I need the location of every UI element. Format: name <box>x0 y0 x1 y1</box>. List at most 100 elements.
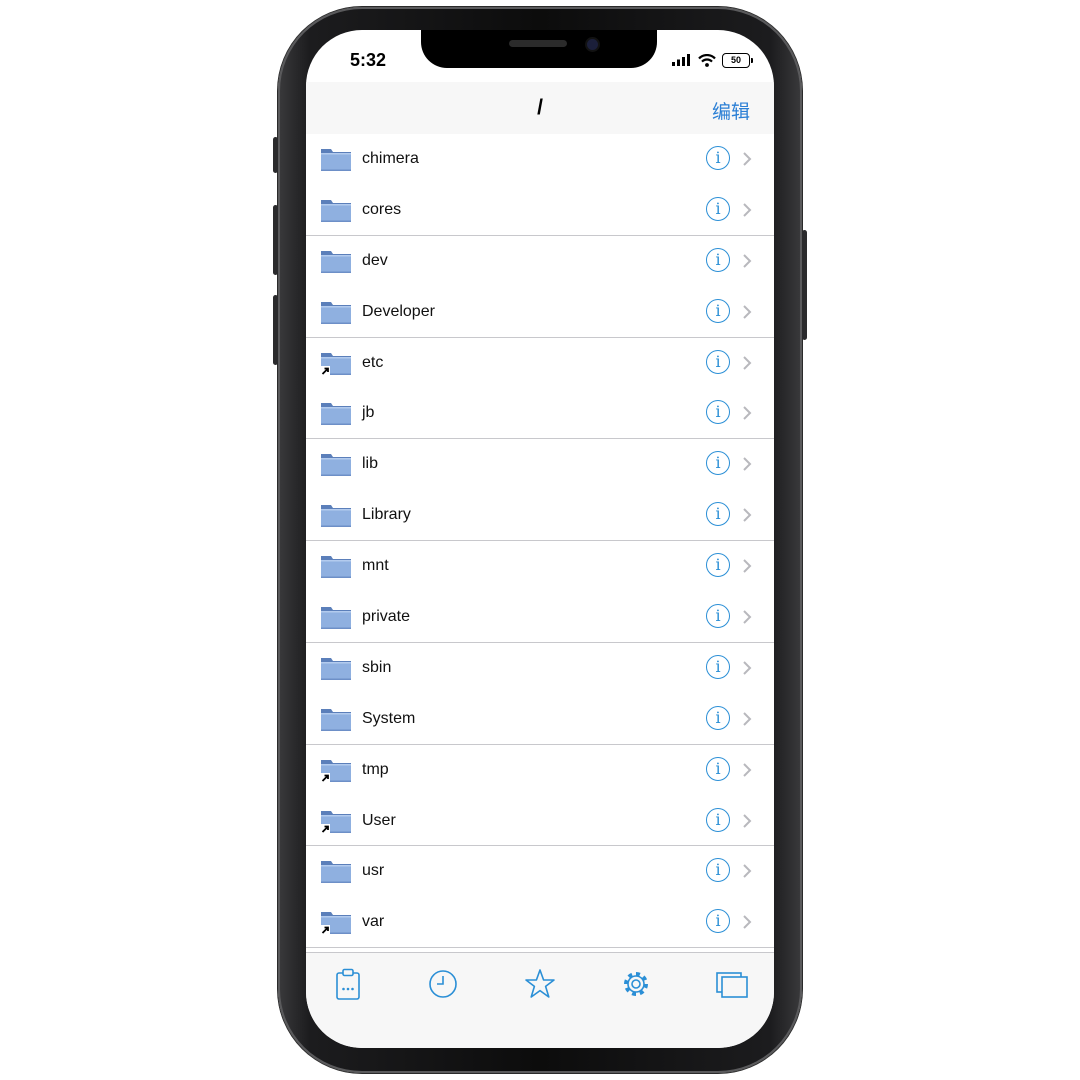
cellular-signal-icon <box>672 54 690 66</box>
tab-bar <box>306 952 774 1048</box>
file-row[interactable]: Developer i <box>306 286 774 338</box>
earpiece-speaker <box>509 40 567 47</box>
info-icon[interactable]: i <box>706 146 730 170</box>
file-row[interactable]: chimera i <box>306 134 774 185</box>
info-icon[interactable]: i <box>706 451 730 476</box>
navigation-bar: / 编辑 <box>306 82 774 135</box>
file-name: mnt <box>362 557 389 575</box>
folder-icon <box>321 250 351 273</box>
info-icon[interactable]: i <box>706 349 730 374</box>
info-icon[interactable]: i <box>706 858 730 883</box>
folder-icon <box>321 505 351 528</box>
clipboard-icon[interactable] <box>331 967 365 1001</box>
info-icon[interactable]: i <box>706 196 730 221</box>
file-row[interactable]: mnt i <box>306 541 774 593</box>
chevron-right-icon <box>743 406 752 421</box>
folder-icon <box>321 454 351 477</box>
notch <box>421 30 657 68</box>
info-icon[interactable]: i <box>706 247 730 272</box>
file-name: System <box>362 709 416 727</box>
file-name: usr <box>362 862 385 880</box>
chevron-right-icon <box>743 661 752 675</box>
file-name: lib <box>362 455 379 473</box>
chevron-right-icon <box>743 762 752 777</box>
chevron-right-icon <box>743 712 752 726</box>
file-row[interactable]: jb i <box>306 388 774 440</box>
folder-alias-icon <box>321 810 351 833</box>
star-icon[interactable] <box>523 967 557 1001</box>
file-name: tmp <box>362 760 389 778</box>
info-icon[interactable]: i <box>706 654 730 679</box>
chevron-right-icon <box>743 304 752 319</box>
info-icon[interactable]: i <box>706 604 730 629</box>
chevron-right-icon <box>743 508 752 522</box>
file-row[interactable]: User i <box>306 795 774 847</box>
file-row[interactable]: sbin i <box>306 642 774 694</box>
folder-icon <box>321 556 351 579</box>
chevron-right-icon <box>743 559 752 573</box>
file-row[interactable]: Library i <box>306 490 774 542</box>
chevron-right-icon <box>743 915 752 930</box>
file-name: var <box>362 913 385 931</box>
chevron-right-icon <box>743 203 752 217</box>
edit-button[interactable]: 编辑 <box>712 97 750 124</box>
file-name: User <box>362 811 396 829</box>
folder-icon <box>321 199 351 222</box>
wifi-icon <box>698 53 716 67</box>
chevron-right-icon <box>743 457 752 472</box>
file-row[interactable]: System i <box>306 693 774 745</box>
info-icon[interactable]: i <box>706 400 730 425</box>
chevron-right-icon <box>743 254 752 268</box>
info-icon[interactable]: i <box>706 705 730 730</box>
folder-icon <box>321 301 351 324</box>
file-row[interactable]: usr i <box>306 846 774 898</box>
battery-icon: 50 <box>722 52 753 68</box>
status-indicators: 50 <box>672 52 753 68</box>
windows-icon[interactable] <box>715 967 749 1001</box>
chevron-right-icon <box>743 813 752 828</box>
info-icon[interactable]: i <box>706 298 730 323</box>
battery-level: 50 <box>730 54 741 65</box>
file-name: etc <box>362 353 384 371</box>
file-row[interactable]: tmp i <box>306 744 774 796</box>
info-icon[interactable]: i <box>706 502 730 527</box>
file-name: Developer <box>362 302 435 320</box>
volume-down-button <box>273 295 278 365</box>
chevron-right-icon <box>743 610 752 624</box>
file-row[interactable]: lib i <box>306 439 774 491</box>
file-name: Library <box>362 506 411 524</box>
info-icon[interactable]: i <box>706 553 730 578</box>
file-list: chimera i cores i dev i Developer i etc i jb i <box>306 134 774 952</box>
info-icon[interactable]: i <box>706 756 730 781</box>
file-name: cores <box>362 200 402 218</box>
chevron-right-icon <box>743 152 752 166</box>
file-name: sbin <box>362 658 392 676</box>
chevron-right-icon <box>743 355 752 370</box>
folder-icon <box>321 861 351 884</box>
file-name: jb <box>362 404 375 422</box>
folder-alias-icon <box>321 759 351 782</box>
file-name: chimera <box>362 150 419 167</box>
file-name: dev <box>362 251 388 269</box>
file-row[interactable]: var i <box>306 897 774 949</box>
file-row[interactable]: dev i <box>306 235 774 287</box>
folder-icon <box>321 149 351 171</box>
volume-up-button <box>273 205 278 275</box>
page-title: / <box>537 96 543 119</box>
folder-alias-icon <box>321 352 351 375</box>
folder-icon <box>321 403 351 426</box>
file-row[interactable]: etc i <box>306 337 774 389</box>
gear-icon[interactable] <box>619 967 653 1001</box>
phone-screen: 5:32 50 / 编辑 chimera i cores i dev i Dev… <box>306 30 774 1048</box>
folder-icon <box>321 657 351 680</box>
mute-switch <box>273 137 278 173</box>
folder-alias-icon <box>321 912 351 935</box>
file-row[interactable]: private i <box>306 592 774 643</box>
file-name: private <box>362 608 411 626</box>
info-icon[interactable]: i <box>706 909 730 934</box>
clock-icon[interactable] <box>426 967 460 1001</box>
file-row[interactable]: cores i <box>306 184 774 236</box>
info-icon[interactable]: i <box>706 807 730 832</box>
chevron-right-icon <box>743 864 752 879</box>
folder-icon <box>321 607 351 630</box>
